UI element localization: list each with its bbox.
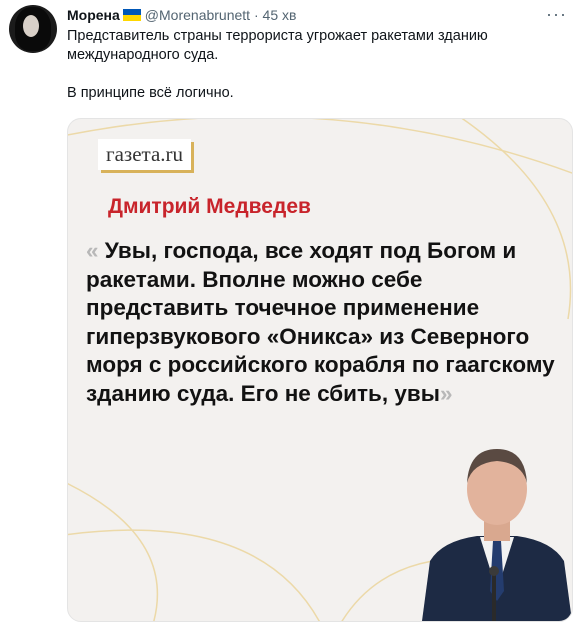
tweet-text-line: международного суда. xyxy=(67,47,219,63)
tweet-text-line: Представитель страны террориста угрожает… xyxy=(67,28,488,44)
avatar[interactable] xyxy=(9,5,57,53)
close-quote-mark: » xyxy=(439,380,453,406)
tweet[interactable]: Морена @Morenabrunett · 45 хв ··· Предста… xyxy=(0,0,585,624)
speaker-photo xyxy=(422,449,572,621)
speaker-name: Дмитрий Медведев xyxy=(108,195,311,218)
quote-text: « Увы, господа, все ходят под Богом и ра… xyxy=(86,237,556,408)
author-handle[interactable]: @Morenabrunett xyxy=(145,7,250,23)
tweet-header: Морена @Morenabrunett · 45 хв xyxy=(67,6,296,24)
tweet-text-line: В принципе всё логично. xyxy=(67,85,234,101)
separator-dot: · xyxy=(253,7,259,23)
tweet-text: Представитель страны террориста угрожает… xyxy=(67,27,567,103)
ukraine-flag-icon xyxy=(122,9,141,21)
gazeta-logo: газета.ru xyxy=(98,139,192,170)
tweet-timestamp[interactable]: 45 хв xyxy=(263,7,297,23)
quote-body: Увы, господа, все ходят под Богом и раке… xyxy=(86,238,555,406)
author-name[interactable]: Морена xyxy=(67,7,120,23)
more-options-icon[interactable]: ··· xyxy=(546,4,567,25)
open-quote-mark: « xyxy=(86,238,99,263)
tweet-media-image[interactable]: газета.ru Дмитрий Медведев « Увы, господ… xyxy=(67,118,573,622)
